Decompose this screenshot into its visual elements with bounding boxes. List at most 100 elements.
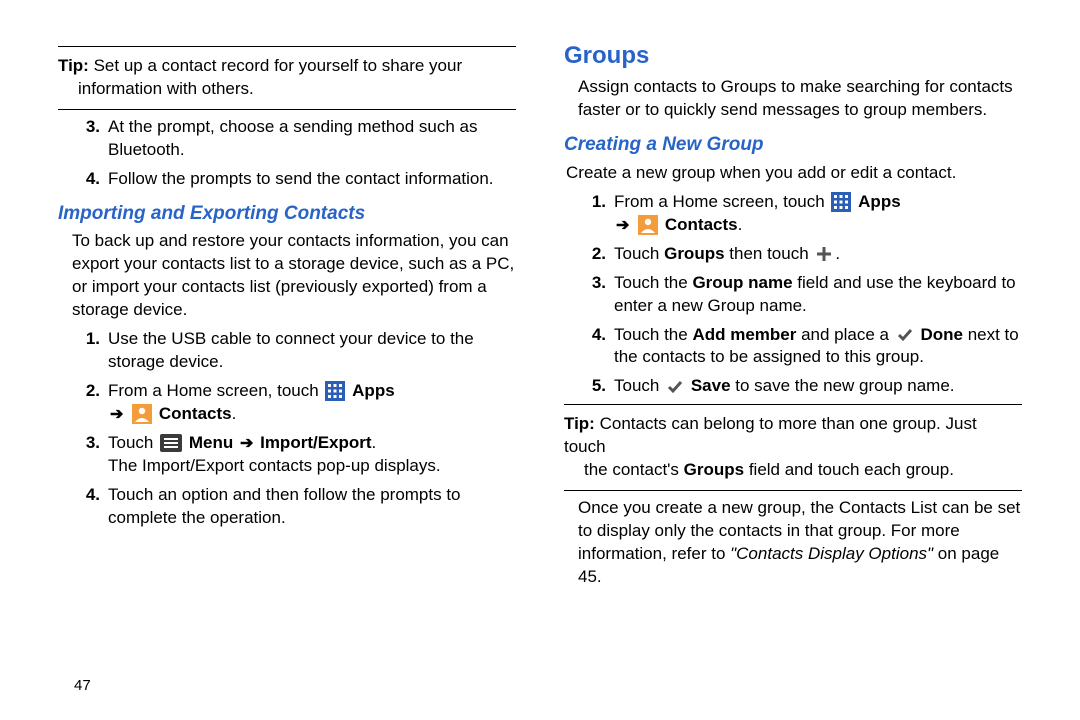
cross-reference: "Contacts Display Options" (730, 544, 933, 563)
step-number: 5. (564, 375, 606, 398)
paragraph: To back up and restore your contacts inf… (58, 230, 516, 322)
arrow-icon: ➔ (238, 433, 255, 455)
text-fragment: Touch the (614, 273, 692, 292)
step-list: 3. At the prompt, choose a sending metho… (58, 116, 516, 191)
label-add-member: Add member (692, 325, 796, 344)
text-fragment: field and touch each group. (744, 460, 954, 479)
plus-icon (815, 245, 833, 263)
tip-text-cont: information with others. (58, 78, 516, 101)
text-fragment: Touch (614, 244, 664, 263)
label-group-name: Group name (692, 273, 792, 292)
step-number: 3. (58, 432, 100, 478)
step-number: 3. (58, 116, 100, 162)
arrow-icon: ➔ (614, 215, 631, 237)
text-fragment: . (835, 244, 840, 263)
label-apps: Apps (858, 192, 901, 211)
contacts-icon (132, 404, 152, 424)
divider (58, 109, 516, 110)
step-item: 2. Touch Groups then touch . (564, 243, 1022, 266)
step-item: 2. From a Home screen, touch Apps ➔ Cont… (58, 380, 516, 426)
step-number: 4. (58, 168, 100, 191)
step-item: 4. Touch an option and then follow the p… (58, 484, 516, 530)
divider (564, 404, 1022, 405)
label-menu: Menu (189, 433, 233, 452)
text-fragment: to save the new group name. (731, 376, 955, 395)
paragraph: Assign contacts to Groups to make search… (564, 76, 1022, 122)
text-fragment: . (232, 404, 237, 423)
label-contacts: Contacts (159, 404, 232, 423)
step-text: At the prompt, choose a sending method s… (108, 116, 516, 162)
tip-label: Tip: (58, 56, 89, 75)
step-item: 3. Touch Menu ➔ Import/Export. The Impor… (58, 432, 516, 478)
step-text: Follow the prompts to send the contact i… (108, 168, 516, 191)
text-fragment: . (738, 215, 743, 234)
label-groups-field: Groups (684, 460, 744, 479)
paragraph: Once you create a new group, the Contact… (564, 497, 1022, 589)
tip-text: Set up a contact record for yourself to … (94, 56, 463, 75)
text-fragment: Touch (108, 433, 158, 452)
step-number: 2. (58, 380, 100, 426)
text-fragment: Touch (614, 376, 664, 395)
step-text: Touch the Group name field and use the k… (614, 272, 1022, 318)
step-text: Use the USB cable to connect your device… (108, 328, 516, 374)
label-import-export: Import/Export (260, 433, 371, 452)
step-number: 2. (564, 243, 606, 266)
heading-groups: Groups (564, 40, 1022, 72)
step-item: 4. Follow the prompts to send the contac… (58, 168, 516, 191)
text-fragment: . (372, 433, 377, 452)
checkmark-icon (666, 378, 684, 396)
step-number: 3. (564, 272, 606, 318)
step-item: 1. From a Home screen, touch Apps ➔ Cont… (564, 191, 1022, 237)
label-apps: Apps (352, 381, 395, 400)
manual-page: Tip: Set up a contact record for yoursel… (0, 0, 1080, 720)
step-item: 3. At the prompt, choose a sending metho… (58, 116, 516, 162)
step-text: From a Home screen, touch Apps ➔ Contact… (614, 191, 1022, 237)
tip-text-cont: the contact's Groups field and touch eac… (564, 459, 1022, 482)
divider (564, 490, 1022, 491)
step-item: 1. Use the USB cable to connect your dev… (58, 328, 516, 374)
apps-icon (325, 381, 345, 401)
subheading-importing: Importing and Exporting Contacts (58, 201, 516, 227)
step-item: 5. Touch Save to save the new group name… (564, 375, 1022, 398)
step-item: 4. Touch the Add member and place a Done… (564, 324, 1022, 370)
tip-text: Contacts can belong to more than one gro… (564, 414, 977, 456)
step-number: 1. (58, 328, 100, 374)
step-item: 3. Touch the Group name field and use th… (564, 272, 1022, 318)
page-number: 47 (74, 677, 91, 694)
text-fragment: the contact's (584, 460, 684, 479)
label-groups: Groups (664, 244, 724, 263)
step-number: 1. (564, 191, 606, 237)
step-text: Touch the Add member and place a Done ne… (614, 324, 1022, 370)
text-fragment: The Import/Export contacts pop-up displa… (108, 456, 441, 475)
label-save: Save (691, 376, 731, 395)
divider (58, 46, 516, 47)
step-number: 4. (58, 484, 100, 530)
paragraph: Create a new group when you add or edit … (564, 162, 1022, 185)
step-text: From a Home screen, touch Apps ➔ Contact… (108, 380, 516, 426)
label-contacts: Contacts (665, 215, 738, 234)
step-text: Touch Save to save the new group name. (614, 375, 1022, 398)
step-list: 1. Use the USB cable to connect your dev… (58, 328, 516, 530)
left-column: Tip: Set up a contact record for yoursel… (58, 40, 516, 700)
apps-icon (831, 192, 851, 212)
arrow-icon: ➔ (108, 404, 125, 426)
text-fragment: From a Home screen, touch (108, 381, 323, 400)
text-fragment: Touch the (614, 325, 692, 344)
step-list: 1. From a Home screen, touch Apps ➔ Cont… (564, 191, 1022, 399)
right-column: Groups Assign contacts to Groups to make… (564, 40, 1022, 700)
step-text: Touch Menu ➔ Import/Export. The Import/E… (108, 432, 516, 478)
tip-label: Tip: (564, 414, 595, 433)
step-text: Touch an option and then follow the prom… (108, 484, 516, 530)
step-number: 4. (564, 324, 606, 370)
subheading-creating: Creating a New Group (564, 132, 1022, 158)
contacts-icon (638, 215, 658, 235)
checkmark-icon (896, 326, 914, 344)
menu-icon (160, 434, 182, 452)
tip-box: Tip: Contacts can belong to more than on… (564, 411, 1022, 484)
tip-box: Tip: Set up a contact record for yoursel… (58, 53, 516, 103)
text-fragment: then touch (725, 244, 814, 263)
text-fragment: and place a (796, 325, 893, 344)
step-text: Touch Groups then touch . (614, 243, 1022, 266)
text-fragment: From a Home screen, touch (614, 192, 829, 211)
label-done: Done (920, 325, 963, 344)
